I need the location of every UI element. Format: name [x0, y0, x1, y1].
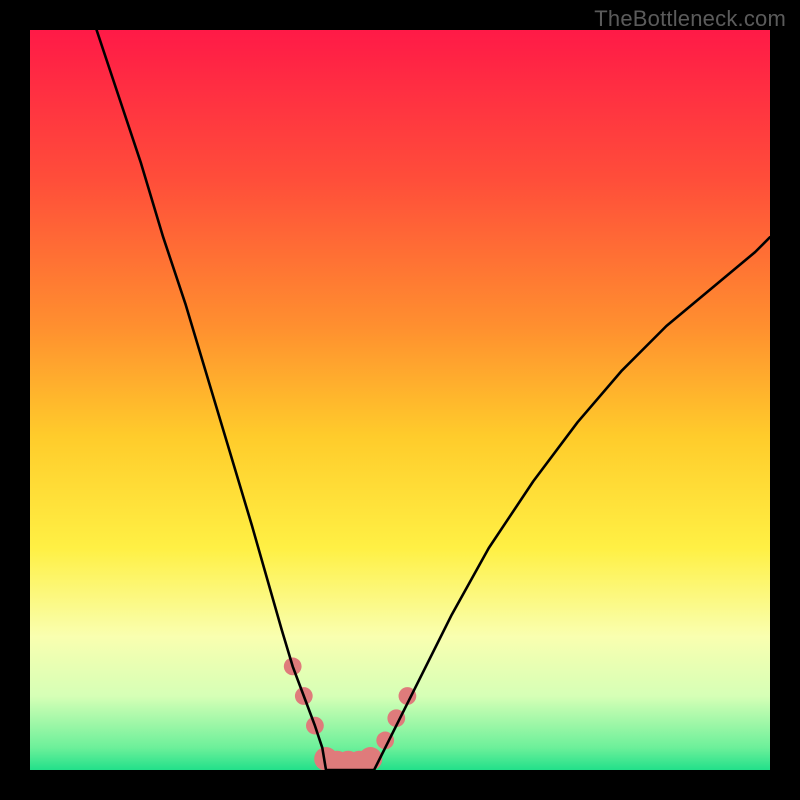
plot-area [30, 30, 770, 770]
watermark-text: TheBottleneck.com [594, 6, 786, 32]
chart-frame: TheBottleneck.com [0, 0, 800, 800]
marker-group [284, 658, 416, 770]
curve-layer [30, 30, 770, 770]
bottleneck-curve [97, 30, 770, 770]
